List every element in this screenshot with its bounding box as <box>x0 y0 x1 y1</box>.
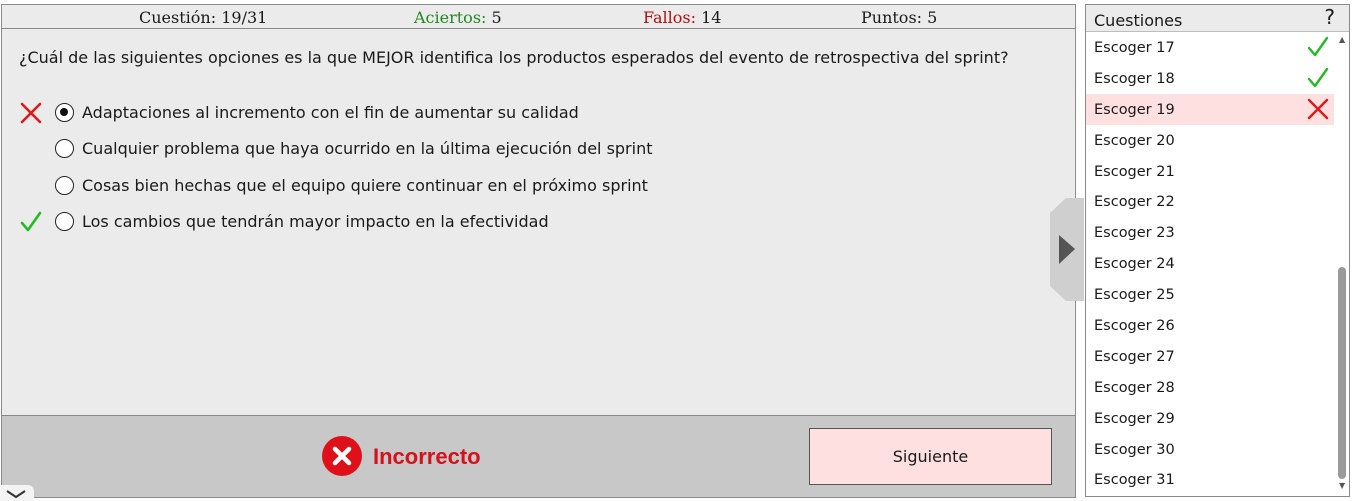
sidebar-item-question[interactable]: Escoger 26 <box>1086 310 1334 341</box>
sidebar-item-label: Escoger 29 <box>1094 410 1175 427</box>
wrong-counter-value: 14 <box>701 8 722 27</box>
questions-sidebar: Cuestiones ? Escoger 17 Escoger 18 Escoger… <box>1085 4 1350 497</box>
sidebar-item-label: Escoger 22 <box>1094 194 1175 211</box>
sidebar-item-label: Escoger 23 <box>1094 225 1175 242</box>
sidebar-item-question[interactable]: Escoger 19 <box>1086 93 1334 125</box>
sidebar-item-label: Escoger 17 <box>1094 40 1175 56</box>
sidebar-title: Cuestiones <box>1094 11 1183 30</box>
scrollbar-thumb[interactable] <box>1338 267 1346 479</box>
chevron-down-icon[interactable] <box>0 485 34 501</box>
sidebar-item-label: Escoger 28 <box>1094 379 1175 396</box>
radio-button[interactable] <box>55 176 74 195</box>
sidebar-item-label: Escoger 19 <box>1094 101 1175 118</box>
sidebar-item-label: Escoger 20 <box>1094 132 1175 149</box>
sidebar-item-label: Escoger 25 <box>1094 287 1175 304</box>
radio-button[interactable] <box>55 212 74 231</box>
answer-option-text: Adaptaciones al incremento con el fin de… <box>82 103 579 122</box>
sidebar-item-label: Escoger 27 <box>1094 348 1175 365</box>
sidebar-item-label: Escoger 31 <box>1094 472 1175 489</box>
sidebar-item-question[interactable]: Escoger 22 <box>1086 186 1334 217</box>
sidebar-item-question[interactable]: Escoger 23 <box>1086 217 1334 248</box>
answer-option-3[interactable]: Cosas bien hechas que el equipo quiere c… <box>19 174 1059 198</box>
scrollbar[interactable]: ▲ ▼ <box>1337 35 1347 490</box>
quiz-panel: Cuestión: 19/31 Aciertos: 5 Fallos: 14 P… <box>1 4 1076 498</box>
sidebar-item-question[interactable]: Escoger 31 <box>1086 464 1334 495</box>
sidebar-item-question[interactable]: Escoger 27 <box>1086 341 1334 372</box>
sidebar-header: Cuestiones ? <box>1086 5 1349 32</box>
question-list: Escoger 17 Escoger 18 Escoger 19 Escoger 20… <box>1086 32 1334 495</box>
answer-option-text: Cosas bien hechas que el equipo quiere c… <box>82 176 648 195</box>
wrong-icon <box>19 101 43 125</box>
check-icon <box>1307 67 1329 89</box>
points-counter: Puntos: 5 <box>861 8 937 27</box>
sidebar-item-label: Escoger 21 <box>1094 163 1175 180</box>
sidebar-item-question[interactable]: Escoger 29 <box>1086 403 1334 434</box>
sidebar-item-label: Escoger 24 <box>1094 256 1175 273</box>
answer-option-text: Cualquier problema que haya ocurrido en … <box>82 139 653 158</box>
sidebar-item-question[interactable]: Escoger 25 <box>1086 279 1334 310</box>
next-button[interactable]: Siguiente <box>809 428 1052 485</box>
question-counter-label: Cuestión: <box>139 8 217 27</box>
sidebar-item-label: Escoger 30 <box>1094 441 1175 458</box>
answer-option-text: Los cambios que tendrán mayor impacto en… <box>82 212 549 231</box>
check-icon <box>19 210 43 234</box>
result-text: Incorrecto <box>373 444 481 469</box>
sidebar-item-question[interactable]: Escoger 18 <box>1086 63 1334 94</box>
question-counter-value: 19/31 <box>221 8 268 27</box>
points-counter-value: 5 <box>927 8 938 27</box>
sidebar-item-label: Escoger 26 <box>1094 318 1175 335</box>
check-icon <box>1307 36 1329 58</box>
radio-button[interactable] <box>55 139 74 158</box>
correct-counter-value: 5 <box>491 8 502 27</box>
stats-bar: Cuestión: 19/31 Aciertos: 5 Fallos: 14 P… <box>2 5 1075 29</box>
sidebar-item-question[interactable]: Escoger 24 <box>1086 248 1334 279</box>
question-counter: Cuestión: 19/31 <box>139 8 267 27</box>
error-circle-icon <box>322 436 362 476</box>
sidebar-item-question[interactable]: Escoger 28 <box>1086 372 1334 403</box>
footer-bar: Incorrecto Siguiente <box>2 415 1075 497</box>
sidebar-item-question[interactable]: Escoger 30 <box>1086 434 1334 465</box>
scroll-down-icon[interactable]: ▼ <box>1339 481 1345 490</box>
correct-counter-label: Aciertos: <box>414 8 487 27</box>
sidebar-item-question[interactable]: Escoger 20 <box>1086 125 1334 156</box>
question-text: ¿Cuál de las siguientes opciones es la q… <box>19 48 1009 67</box>
help-icon[interactable]: ? <box>1324 5 1335 29</box>
sidebar-item-question[interactable]: Escoger 17 <box>1086 32 1334 63</box>
scroll-up-icon[interactable]: ▲ <box>1339 35 1345 44</box>
wrong-counter-label: Fallos: <box>643 8 697 27</box>
answer-option-2[interactable]: Cualquier problema que haya ocurrido en … <box>19 137 1059 161</box>
sidebar-item-question[interactable]: Escoger 21 <box>1086 156 1334 187</box>
collapse-panel-tab[interactable] <box>1050 198 1084 301</box>
wrong-icon <box>1307 98 1329 120</box>
correct-counter: Aciertos: 5 <box>414 8 502 27</box>
radio-button-selected[interactable] <box>55 103 74 122</box>
wrong-counter: Fallos: 14 <box>643 8 721 27</box>
sidebar-item-label: Escoger 18 <box>1094 70 1175 87</box>
answer-option-1[interactable]: Adaptaciones al incremento con el fin de… <box>19 101 1059 125</box>
answer-option-4[interactable]: Los cambios que tendrán mayor impacto en… <box>19 210 1059 234</box>
points-counter-label: Puntos: <box>861 8 923 27</box>
